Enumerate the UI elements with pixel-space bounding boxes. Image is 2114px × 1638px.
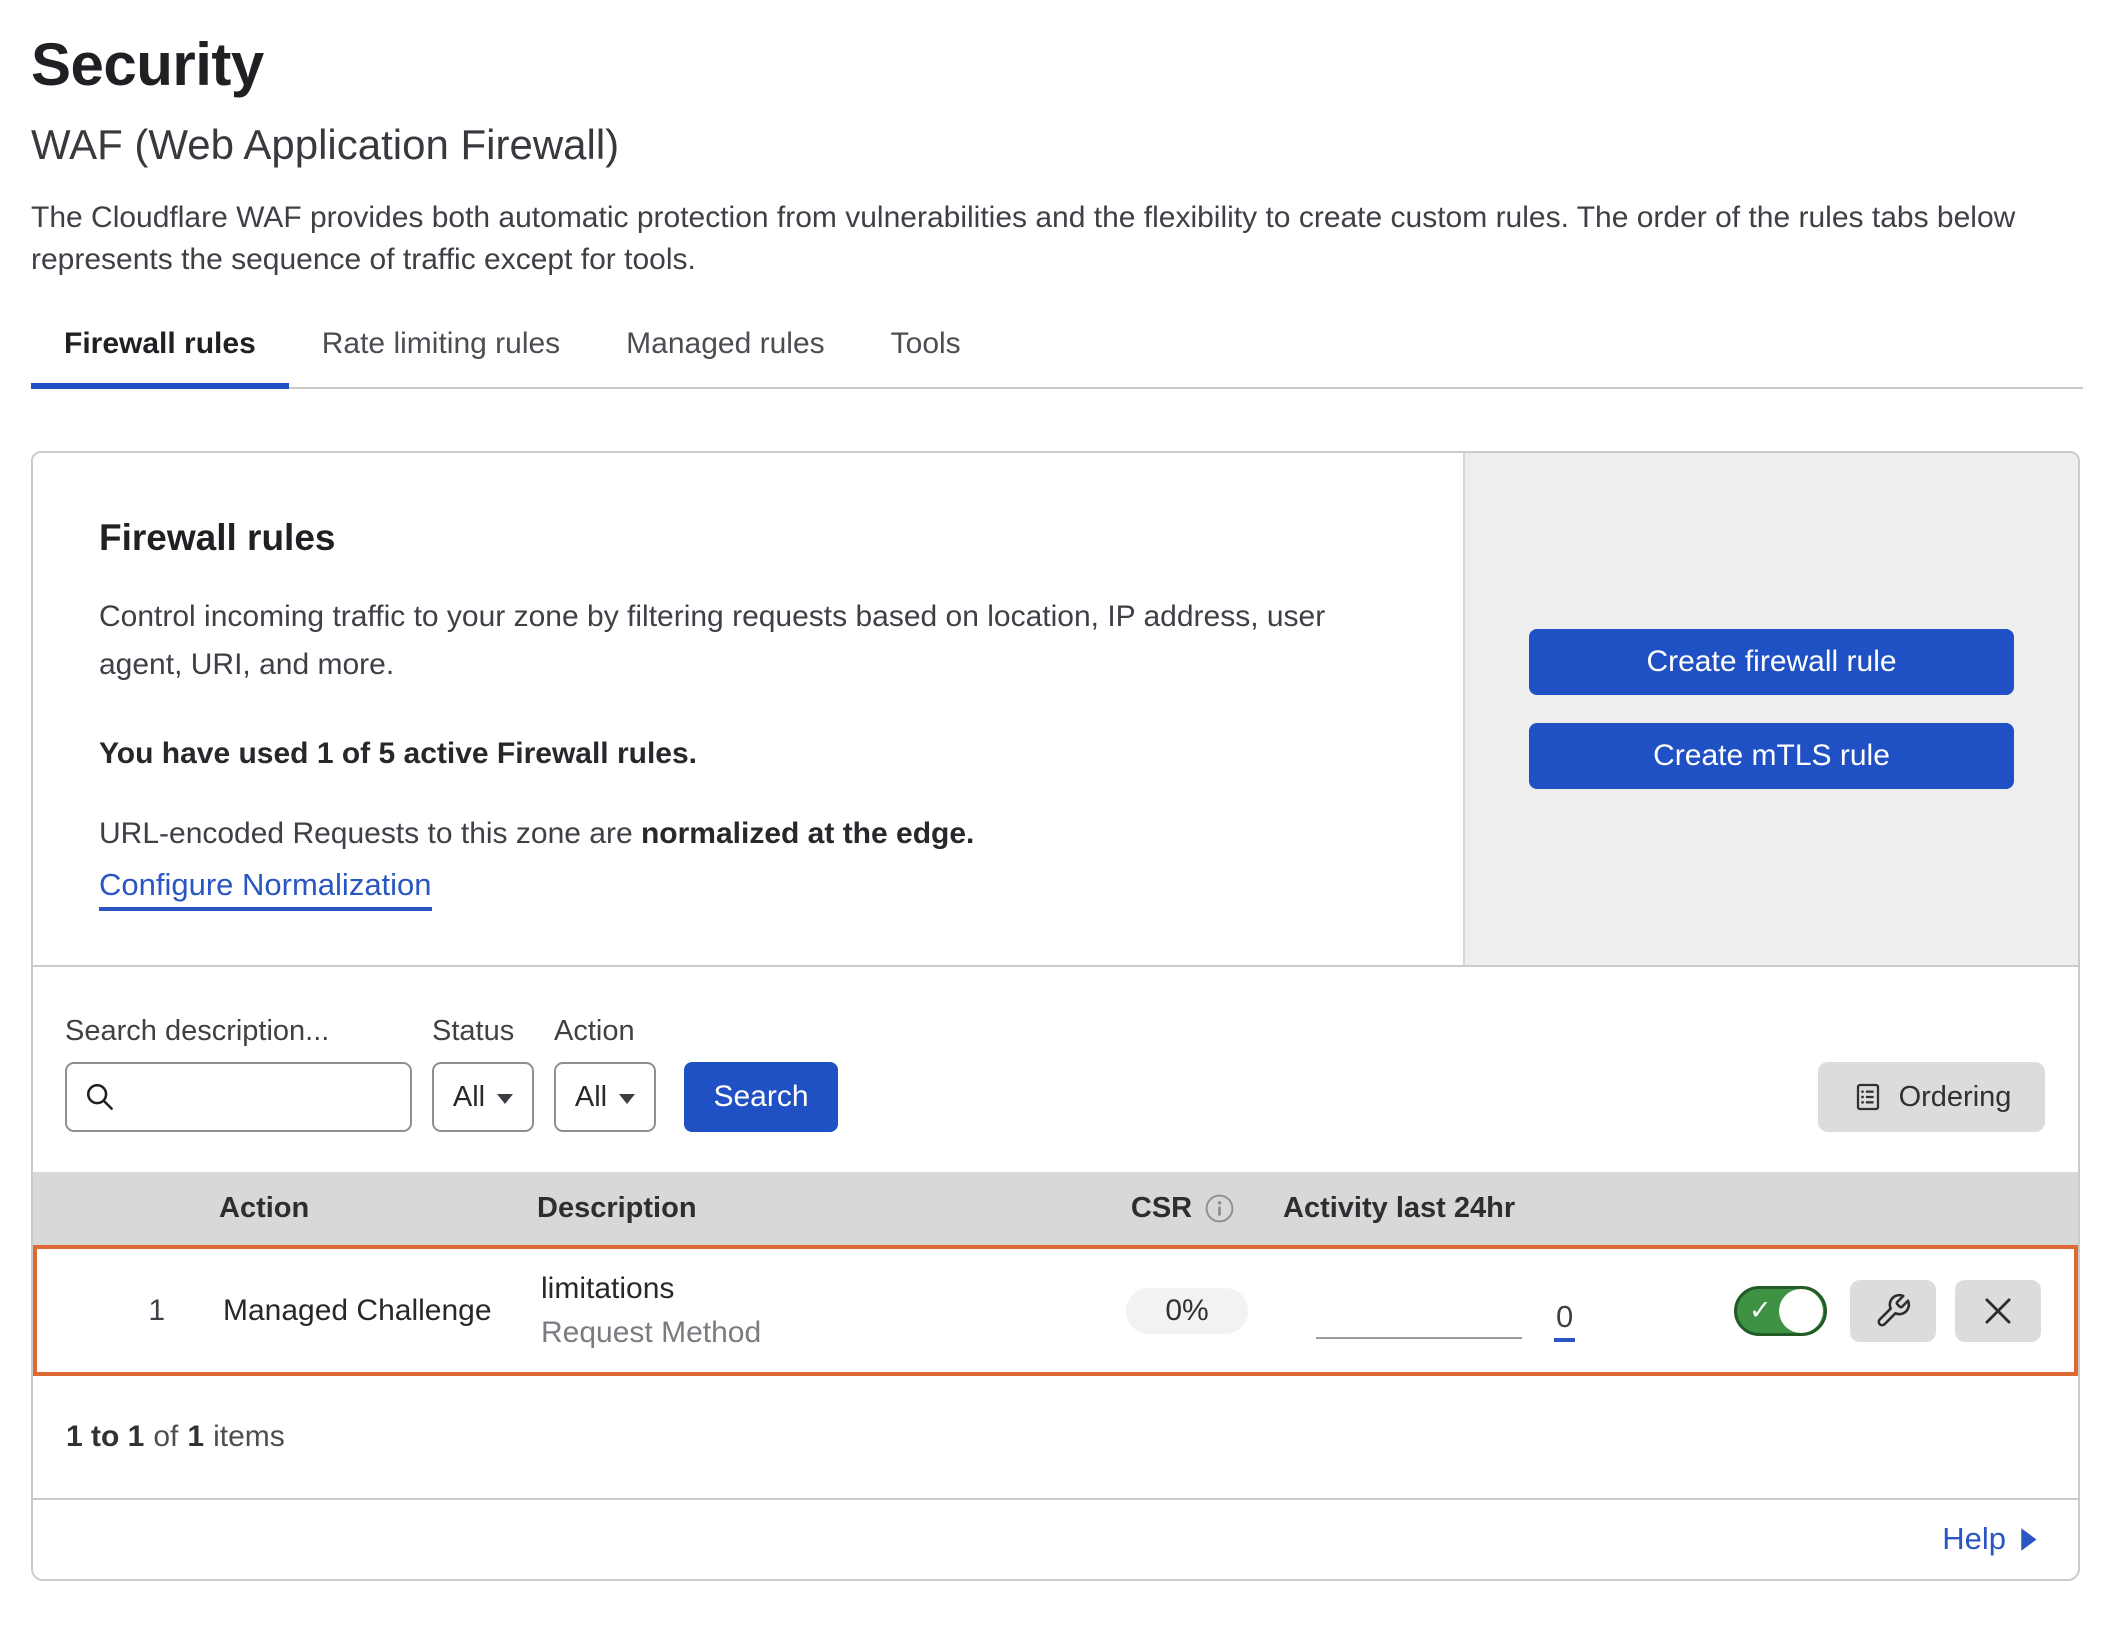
header-csr: CSR: [1083, 1192, 1283, 1225]
help-link-label: Help: [1942, 1521, 2006, 1557]
ordering-button[interactable]: Ordering: [1818, 1062, 2045, 1132]
overview-card-info: Firewall rules Control incoming traffic …: [33, 453, 1463, 965]
header-description: Description: [537, 1192, 1083, 1225]
table-header-row: Action Description CSR Activity last 24h…: [33, 1172, 2078, 1245]
card-heading: Firewall rules: [99, 517, 1397, 559]
tab-rate-limiting-rules[interactable]: Rate limiting rules: [289, 327, 593, 387]
delete-rule-button[interactable]: [1955, 1280, 2041, 1342]
status-select-value: All: [453, 1081, 485, 1114]
header-csr-label: CSR: [1131, 1192, 1192, 1225]
page-description: The Cloudflare WAF provides both automat…: [31, 197, 2083, 281]
csr-badge: 0%: [1126, 1288, 1247, 1334]
usage-summary: You have used 1 of 5 active Firewall rul…: [99, 737, 1397, 771]
search-input[interactable]: [129, 1081, 394, 1114]
table-footer-count: 1 to 1 of 1 items: [33, 1376, 2078, 1498]
tab-tools[interactable]: Tools: [858, 327, 994, 387]
chevron-down-icon: [619, 1094, 635, 1104]
create-mtls-rule-button[interactable]: Create mTLS rule: [1529, 723, 2014, 789]
toggle-knob: [1779, 1289, 1823, 1333]
page-subtitle: WAF (Web Application Firewall): [31, 121, 2083, 169]
ordering-button-label: Ordering: [1899, 1081, 2012, 1114]
status-filter-group: Status All: [432, 1015, 534, 1132]
firewall-rules-table-card: Search description... Status All Action: [31, 967, 2080, 1581]
rule-controls-cell: ✓: [1587, 1280, 2074, 1342]
page-title: Security: [31, 30, 2083, 99]
help-link[interactable]: Help: [1942, 1521, 2038, 1557]
close-icon: [1979, 1292, 2017, 1330]
arrow-right-icon: [2019, 1527, 2038, 1552]
action-select[interactable]: All: [554, 1062, 656, 1132]
header-activity: Activity last 24hr: [1283, 1192, 1583, 1225]
rule-description[interactable]: limitations: [541, 1267, 1087, 1311]
card-description: Control incoming traffic to your zone by…: [99, 593, 1397, 689]
normalization-note: URL-encoded Requests to this zone are no…: [99, 817, 1397, 851]
status-select[interactable]: All: [432, 1062, 534, 1132]
tab-managed-rules[interactable]: Managed rules: [593, 327, 857, 387]
activity-sparkline: [1316, 1337, 1522, 1339]
action-filter-group: Action All: [554, 1015, 656, 1132]
create-firewall-rule-button[interactable]: Create firewall rule: [1529, 629, 2014, 695]
rule-activity-cell: 0: [1287, 1249, 1587, 1372]
normalization-note-bold: normalized at the edge.: [641, 817, 974, 850]
footer-range: 1 to 1: [66, 1420, 144, 1454]
rule-priority-number: 1: [37, 1294, 223, 1328]
search-filter-group: Search description...: [65, 1015, 412, 1132]
footer-items: items: [213, 1420, 285, 1454]
footer-total: 1: [187, 1420, 204, 1454]
footer-of: of: [153, 1420, 178, 1454]
filter-bar: Search description... Status All Action: [33, 967, 2078, 1172]
header-action: Action: [219, 1192, 537, 1225]
check-icon: ✓: [1749, 1295, 1772, 1326]
edit-rule-button[interactable]: [1850, 1280, 1936, 1342]
tab-firewall-rules[interactable]: Firewall rules: [31, 327, 289, 387]
search-input-wrapper: [65, 1062, 412, 1132]
rule-enabled-toggle[interactable]: ✓: [1734, 1286, 1827, 1336]
overview-card-actions-panel: Create firewall rule Create mTLS rule: [1463, 453, 2078, 965]
chevron-down-icon: [497, 1094, 513, 1104]
normalization-note-text: URL-encoded Requests to this zone are: [99, 817, 641, 850]
firewall-rules-overview-card: Firewall rules Control incoming traffic …: [31, 451, 2080, 967]
info-icon[interactable]: [1204, 1193, 1235, 1224]
rule-description-cell: limitations Request Method: [541, 1267, 1087, 1355]
configure-normalization-link[interactable]: Configure Normalization: [99, 867, 432, 911]
wrench-icon: [1874, 1292, 1912, 1330]
help-row: Help: [33, 1498, 2078, 1579]
search-icon: [83, 1080, 117, 1114]
rule-action-value: Managed Challenge: [223, 1294, 541, 1328]
rule-csr-cell: 0%: [1087, 1288, 1287, 1334]
search-button[interactable]: Search: [684, 1062, 838, 1132]
security-waf-page: Security WAF (Web Application Firewall) …: [0, 0, 2114, 1581]
table-row: 1 Managed Challenge limitations Request …: [33, 1245, 2078, 1376]
action-select-value: All: [575, 1081, 607, 1114]
rule-expression: Request Method: [541, 1311, 1087, 1355]
status-label: Status: [432, 1015, 534, 1048]
action-label: Action: [554, 1015, 656, 1048]
tab-bar: Firewall rules Rate limiting rules Manag…: [31, 327, 2083, 389]
search-label: Search description...: [65, 1015, 412, 1048]
activity-count-link[interactable]: 0: [1554, 1299, 1575, 1342]
ordering-list-icon: [1852, 1081, 1884, 1113]
